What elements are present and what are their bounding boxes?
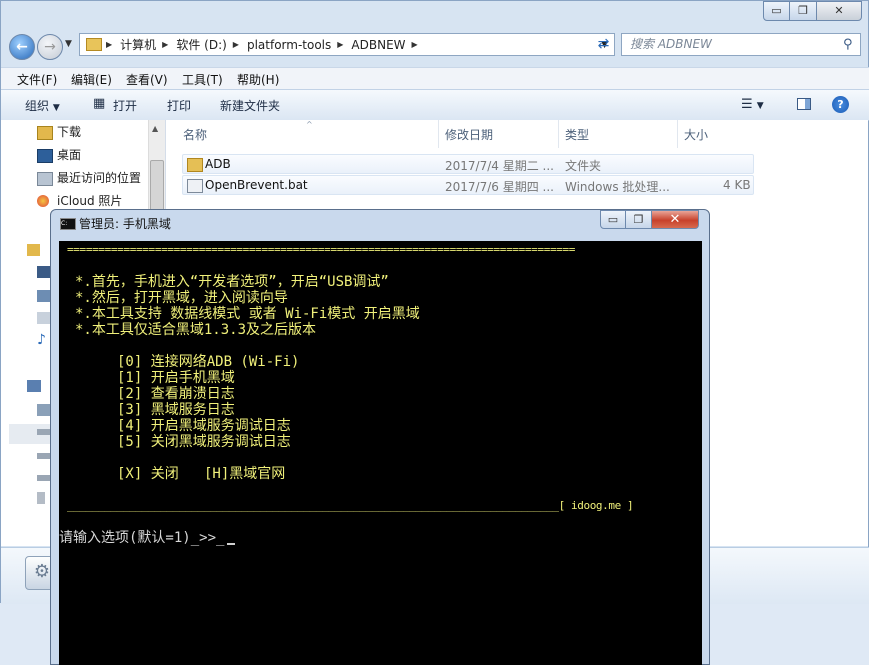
refresh-icon[interactable]: ⇄ bbox=[592, 33, 615, 56]
downloads-icon bbox=[37, 126, 53, 140]
organize-label: 组织 bbox=[25, 99, 50, 113]
table-row[interactable]: ADB 2017/7/4 星期二 ... 文件夹 bbox=[182, 154, 754, 174]
view-options-icon[interactable]: ☰ ▼ bbox=[741, 97, 764, 112]
scroll-up-icon[interactable]: ▲ bbox=[152, 124, 158, 133]
desktop-icon bbox=[37, 149, 53, 163]
back-button[interactable]: ← bbox=[9, 34, 35, 60]
file-modified: 2017/7/6 星期四 ... bbox=[445, 180, 554, 194]
picture-library-icon bbox=[37, 290, 51, 302]
menu-help[interactable]: 帮助(H) bbox=[237, 71, 279, 88]
chevron-right-icon: ▶ bbox=[411, 40, 418, 49]
music-library-icon: ♪ bbox=[37, 332, 46, 348]
chevron-down-icon: ▼ bbox=[52, 103, 60, 113]
chevron-right-icon: ▶ bbox=[106, 40, 113, 49]
minimize-button[interactable]: ▭ bbox=[763, 1, 790, 21]
preview-pane-icon[interactable] bbox=[797, 98, 811, 110]
command-bar: 组织 ▼ ▦ 打开 打印 新建文件夹 ☰ ▼ ? bbox=[1, 89, 869, 121]
file-name: OpenBrevent.bat bbox=[205, 178, 308, 192]
file-size: 4 KB bbox=[723, 178, 751, 192]
column-header-type[interactable]: 类型 bbox=[565, 126, 589, 143]
menu-option: [3] 黑域服务日志 bbox=[117, 402, 235, 418]
intro-line: *.本工具仅适合黑域1.3.3及之后版本 bbox=[75, 322, 317, 338]
breadcrumb-platform-tools[interactable]: platform-tools bbox=[243, 38, 337, 52]
intro-line: *.首先，手机进入“开发者选项”，开启“USB调试” bbox=[75, 274, 389, 290]
menu-option: [4] 开启黑域服务调试日志 bbox=[117, 418, 291, 434]
table-row[interactable]: OpenBrevent.bat 2017/7/6 星期四 ... Windows… bbox=[182, 175, 754, 195]
menu-option-bottom: [X] 关闭 [H]黑域官网 bbox=[117, 466, 286, 482]
open-icon: ▦ bbox=[93, 96, 106, 111]
nav-item-downloads[interactable]: 下载 bbox=[57, 122, 81, 142]
column-header-modified[interactable]: 修改日期 bbox=[445, 126, 493, 143]
menu-option: [5] 关闭黑域服务调试日志 bbox=[117, 434, 291, 450]
breadcrumb-drive[interactable]: 软件 (D:) bbox=[172, 36, 232, 53]
file-type: Windows 批处理... bbox=[565, 180, 670, 194]
forward-button[interactable]: → bbox=[37, 34, 63, 60]
nav-item-desktop[interactable]: 桌面 bbox=[57, 145, 81, 165]
sort-indicator-icon: ^ bbox=[306, 120, 313, 129]
computer-icon bbox=[27, 380, 41, 392]
drive-icon bbox=[37, 453, 51, 459]
console-icon: C: bbox=[60, 218, 76, 230]
nav-item-icloud[interactable]: iCloud 照片 bbox=[57, 191, 122, 211]
nav-item-recent[interactable]: 最近访问的位置 bbox=[57, 168, 141, 188]
batch-file-icon bbox=[187, 179, 203, 193]
icloud-photos-icon bbox=[37, 195, 49, 207]
column-divider[interactable] bbox=[677, 120, 678, 148]
folder-icon bbox=[187, 158, 203, 172]
drive-icon bbox=[37, 404, 51, 416]
open-button[interactable]: 打开 bbox=[113, 97, 137, 114]
print-button[interactable]: 打印 bbox=[167, 97, 191, 114]
column-divider[interactable] bbox=[558, 120, 559, 148]
menu-bar: 文件(F) 编辑(E) 查看(V) 工具(T) 帮助(H) bbox=[1, 67, 869, 90]
menu-tools[interactable]: 工具(T) bbox=[182, 71, 223, 88]
document-library-icon bbox=[37, 312, 51, 324]
drive-icon bbox=[37, 429, 51, 435]
maximize-button[interactable]: ❐ bbox=[789, 1, 817, 21]
breadcrumb-computer[interactable]: 计算机 bbox=[116, 36, 162, 53]
console-output[interactable]: ========================================… bbox=[59, 241, 702, 665]
menu-option: [2] 查看崩溃日志 bbox=[117, 386, 235, 402]
minimize-button[interactable]: ▭ bbox=[600, 210, 626, 229]
separator-line: ========================================… bbox=[67, 243, 576, 256]
maximize-button[interactable]: ❐ bbox=[625, 210, 652, 229]
column-header-size[interactable]: 大小 bbox=[684, 126, 708, 143]
menu-edit[interactable]: 编辑(E) bbox=[71, 71, 112, 88]
chevron-right-icon: ▶ bbox=[232, 40, 239, 49]
input-prompt: 请输入选项(默认=1)_>>_ bbox=[59, 530, 225, 546]
menu-option: [0] 连接网络ADB (Wi-Fi) bbox=[117, 354, 300, 370]
recent-pages-dropdown[interactable]: ▼ bbox=[65, 39, 72, 49]
folder-icon bbox=[86, 38, 102, 51]
chevron-right-icon: ▶ bbox=[337, 40, 344, 49]
text-cursor bbox=[227, 543, 235, 545]
library-icon bbox=[27, 244, 40, 256]
close-button[interactable]: ✕ bbox=[816, 1, 862, 21]
recent-places-icon bbox=[37, 172, 53, 186]
file-type: 文件夹 bbox=[565, 159, 602, 173]
address-bar[interactable]: ▶ 计算机 ▶ 软件 (D:) ▶ platform-tools ▶ ADBNE… bbox=[79, 33, 615, 56]
new-folder-button[interactable]: 新建文件夹 bbox=[220, 97, 280, 114]
column-header-name[interactable]: 名称 bbox=[183, 126, 207, 143]
footer-line: ________________________________________… bbox=[67, 499, 634, 512]
column-divider[interactable] bbox=[438, 120, 439, 148]
menu-view[interactable]: 查看(V) bbox=[126, 71, 168, 88]
file-modified: 2017/7/4 星期二 ... bbox=[445, 159, 554, 173]
phone-icon bbox=[37, 492, 45, 504]
file-name: ADB bbox=[205, 157, 231, 171]
cmd-window-title: 管理员: 手机黑域 bbox=[79, 217, 171, 231]
search-input[interactable]: 搜索 ADBNEW bbox=[621, 33, 861, 56]
intro-line: *.然后，打开黑域，进入阅读向导 bbox=[75, 290, 288, 306]
intro-line: *.本工具支持 数据线模式 或者 Wi-Fi模式 开启黑域 bbox=[75, 306, 420, 322]
search-icon[interactable]: ⚲ bbox=[843, 37, 853, 52]
video-library-icon bbox=[37, 266, 51, 278]
drive-icon bbox=[37, 475, 51, 481]
close-button[interactable]: ✕ bbox=[651, 210, 699, 229]
cmd-window: C: 管理员: 手机黑域 ▭ ❐ ✕ =====================… bbox=[50, 209, 710, 665]
organize-button[interactable]: 组织 ▼ bbox=[25, 97, 60, 114]
menu-file[interactable]: 文件(F) bbox=[17, 71, 57, 88]
breadcrumb-adbnew[interactable]: ADBNEW bbox=[347, 38, 411, 52]
address-row: ← → ▼ ▶ 计算机 ▶ 软件 (D:) ▶ platform-tools ▶… bbox=[1, 31, 869, 65]
help-icon[interactable]: ? bbox=[832, 96, 849, 113]
chevron-right-icon: ▶ bbox=[162, 40, 169, 49]
menu-option: [1] 开启手机黑域 bbox=[117, 370, 235, 386]
